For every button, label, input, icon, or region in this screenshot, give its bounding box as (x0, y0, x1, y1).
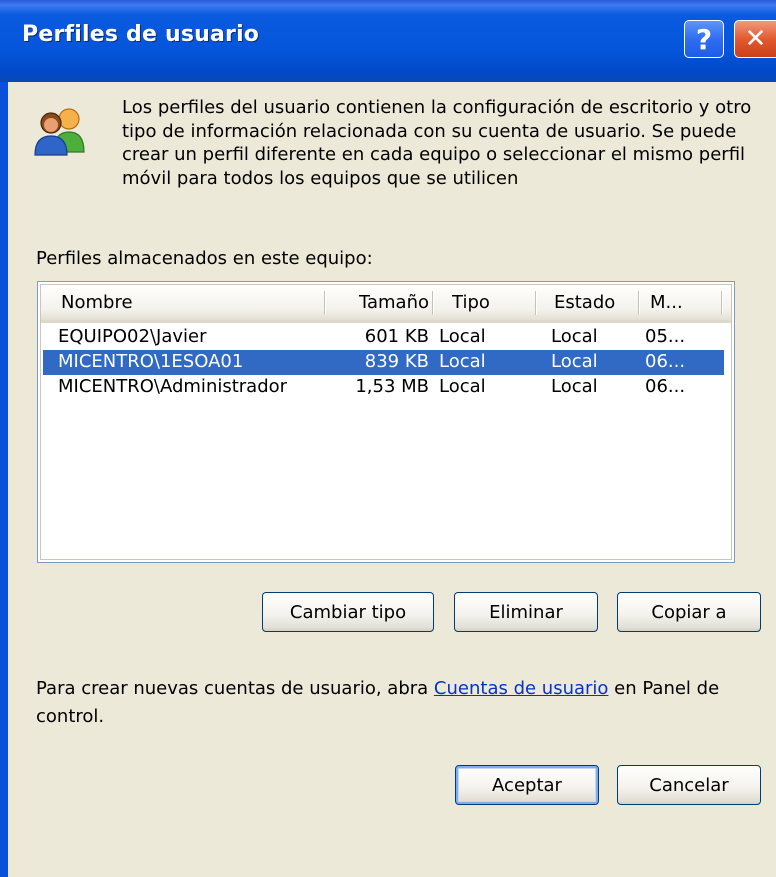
close-icon: ✕ (744, 24, 767, 54)
cell-modified: 05... (645, 326, 686, 347)
user-accounts-link[interactable]: Cuentas de usuario (434, 678, 609, 699)
ok-button[interactable]: Aceptar (455, 765, 599, 805)
delete-button[interactable]: Eliminar (454, 592, 598, 632)
table-row[interactable]: MICENTRO\Administrador 1,53 MB Local Loc… (41, 375, 731, 400)
cell-type: Local (439, 326, 486, 347)
cell-state: Local (551, 326, 598, 347)
cancel-button[interactable]: Cancelar (617, 765, 761, 805)
window-frame-left (0, 82, 8, 877)
column-header-state[interactable]: Estado (554, 285, 632, 320)
help-button[interactable]: ? (684, 20, 724, 58)
copy-to-button[interactable]: Copiar a (617, 592, 761, 632)
footer-text-before: Para crear nuevas cuentas de usuario, ab… (36, 678, 434, 699)
cell-size: 1,53 MB (355, 376, 429, 397)
table-row-selected[interactable]: MICENTRO\1ESOA01 839 KB Local Local 06..… (41, 350, 731, 375)
cell-name: MICENTRO\Administrador (58, 376, 288, 397)
column-header-modified[interactable]: M... (650, 285, 720, 320)
cell-name: MICENTRO\1ESOA01 (58, 351, 244, 372)
cell-modified: 06... (645, 351, 686, 372)
cell-state: Local (551, 351, 598, 372)
cell-name: EQUIPO02\Javier (58, 326, 207, 347)
cell-type: Local (439, 376, 486, 397)
change-type-button[interactable]: Cambiar tipo (262, 592, 434, 632)
list-header: Nombre Tamaño Tipo Estado M... (41, 285, 731, 323)
cell-type: Local (439, 351, 486, 372)
cell-size: 839 KB (364, 351, 429, 372)
profiles-list[interactable]: Nombre Tamaño Tipo Estado M... EQUIPO02\… (37, 281, 735, 563)
window-title: Perfiles de usuario (22, 22, 260, 47)
column-header-name[interactable]: Nombre (61, 285, 321, 320)
column-header-type[interactable]: Tipo (452, 285, 532, 320)
intro-description: Los perfiles del usuario contienen la co… (122, 97, 752, 189)
table-row[interactable]: EQUIPO02\Javier 601 KB Local Local 05... (41, 325, 731, 350)
column-header-size[interactable]: Tamaño (341, 285, 429, 320)
user-profiles-dialog: Perfiles de usuario ? ✕ Los perfiles del… (0, 0, 776, 877)
close-button[interactable]: ✕ (734, 20, 776, 58)
help-icon: ? (695, 22, 713, 56)
cell-modified: 06... (645, 376, 686, 397)
users-icon (34, 108, 85, 156)
footer-note: Para crear nuevas cuentas de usuario, ab… (36, 675, 736, 731)
title-bar[interactable]: Perfiles de usuario ? ✕ (0, 0, 776, 82)
stored-profiles-label: Perfiles almacenados en este equipo: (36, 248, 373, 269)
cell-size: 601 KB (364, 326, 429, 347)
cell-state: Local (551, 376, 598, 397)
list-rows: EQUIPO02\Javier 601 KB Local Local 05...… (41, 325, 731, 400)
